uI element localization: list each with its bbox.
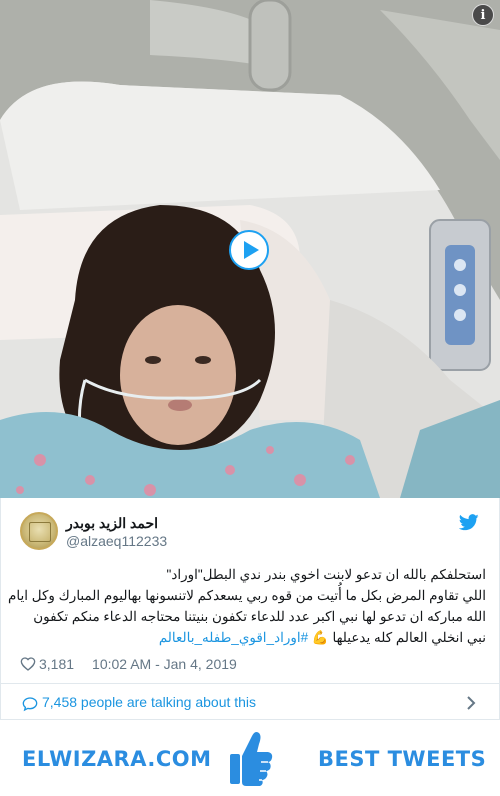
speech-bubble-icon	[22, 697, 38, 712]
info-icon[interactable]: i	[472, 4, 494, 26]
site-name[interactable]: ELWIZARA.COM	[22, 747, 212, 771]
tweet-meta: 3,181 10:02 AM - Jan 4, 2019	[20, 656, 237, 672]
author-handle[interactable]: @alzaeq112233	[66, 533, 167, 549]
best-tweets-label: BEST TWEETS	[318, 747, 487, 771]
footer-banner: ELWIZARA.COM BEST TWEETS	[0, 723, 500, 796]
tweet-text-line-1: استحلفكم بالله ان تدعو لابنت اخوي بندر ن…	[166, 567, 486, 582]
tweet-text-last-line: نبي انخلي العالم كله يدعيلها 💪	[311, 630, 486, 645]
tweet-text: استحلفكم بالله ان تدعو لابنت اخوي بندر ن…	[8, 564, 486, 648]
card-bottom-border	[0, 719, 500, 720]
tweet-text-line-4: نبي انخلي العالم كله يدعيلها 💪 #اوراد_اق…	[18, 627, 486, 648]
author-name[interactable]: احمد الزيد بوبدر	[66, 515, 158, 532]
heart-icon[interactable]	[20, 656, 36, 672]
hashtag-link[interactable]: #اوراد_اقوي_طفله_بالعالم	[159, 630, 308, 645]
play-button[interactable]	[229, 230, 269, 270]
tweet-text-line-3: الله مباركه ان تدعو لها نبي اكبر عدد للد…	[33, 609, 486, 624]
tweet-video[interactable]: i	[0, 0, 500, 498]
thumbs-up-icon	[230, 732, 273, 786]
tweet-text-line-2: اللي تقاوم المرض بكل ما أُتيت من قوه ربي…	[8, 588, 486, 603]
chevron-right-icon	[467, 696, 476, 710]
avatar[interactable]	[20, 512, 58, 550]
talking-about-row[interactable]: 7,458 people are talking about this	[0, 688, 500, 719]
talking-about-text[interactable]: 7,458 people are talking about this	[42, 694, 256, 710]
like-count[interactable]: 3,181	[39, 656, 74, 672]
card-divider	[0, 683, 500, 684]
tweet-timestamp[interactable]: 10:02 AM - Jan 4, 2019	[92, 656, 237, 672]
play-icon	[243, 241, 259, 259]
twitter-bird-icon[interactable]	[459, 514, 479, 531]
